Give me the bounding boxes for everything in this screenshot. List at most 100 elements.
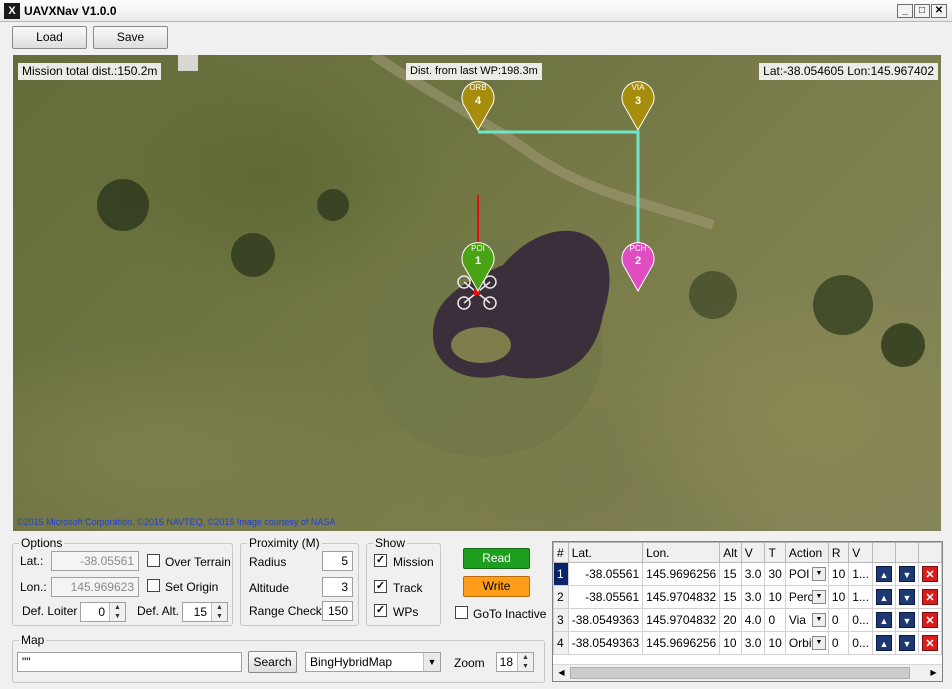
- delete-icon[interactable]: ✕: [921, 612, 938, 628]
- waypoint-grid[interactable]: # Lat. Lon. Alt V T Action R V 1 -38.0556…: [552, 541, 943, 682]
- map-type-select[interactable]: BingHybridMap ▼: [305, 652, 441, 672]
- delete-button[interactable]: ✕: [917, 562, 942, 586]
- alt-cell[interactable]: 10: [719, 631, 742, 655]
- lon-field[interactable]: 145.969623: [51, 577, 139, 597]
- show-mission-checkbox[interactable]: ✓: [374, 554, 387, 567]
- move-up-button[interactable]: ▲: [871, 608, 896, 632]
- radius-cell[interactable]: 10: [827, 562, 850, 586]
- v-cell[interactable]: 1...: [848, 585, 873, 609]
- lat-cell[interactable]: -38.05561: [567, 585, 644, 609]
- col-header-index[interactable]: #: [553, 542, 569, 563]
- action-cell[interactable]: POI ▼: [784, 562, 829, 586]
- time-cell[interactable]: 30: [764, 562, 786, 586]
- v-cell[interactable]: 0...: [848, 631, 873, 655]
- spin-arrows-icon[interactable]: ▲ ▼: [517, 653, 533, 671]
- search-button[interactable]: Search: [248, 651, 297, 673]
- def-loiter-stepper[interactable]: 0 ▲ ▼: [80, 602, 126, 622]
- col-header-lat[interactable]: Lat.: [567, 542, 644, 563]
- read-button[interactable]: Read: [463, 548, 530, 569]
- radius-cell[interactable]: 0: [827, 608, 850, 632]
- move-up-icon[interactable]: ▲: [875, 635, 892, 651]
- horizontal-scrollbar[interactable]: ◀ ▶: [553, 664, 942, 681]
- altitude-field[interactable]: 3: [322, 577, 353, 597]
- speed-cell[interactable]: 4.0: [740, 608, 766, 632]
- lat-field[interactable]: -38.05561: [51, 551, 139, 571]
- chevron-down-icon[interactable]: ▼: [811, 567, 826, 581]
- lon-cell[interactable]: 145.9696256: [642, 562, 721, 586]
- move-down-button[interactable]: ▼: [894, 562, 919, 586]
- row-index-cell[interactable]: 2: [553, 585, 569, 609]
- map-view[interactable]: POI 1 PCH 2 VIA 3 ORB 4 Mission total di…: [13, 55, 941, 531]
- lat-cell[interactable]: -38.05561: [567, 562, 644, 586]
- spin-arrows-icon[interactable]: ▲ ▼: [109, 603, 125, 621]
- move-down-icon[interactable]: ▼: [898, 612, 915, 628]
- move-down-button[interactable]: ▼: [894, 585, 919, 609]
- col-header-action[interactable]: Action: [784, 542, 829, 563]
- col-header-v[interactable]: V: [740, 542, 766, 563]
- scroll-thumb[interactable]: [570, 667, 910, 679]
- chevron-down-icon[interactable]: ▼: [811, 636, 826, 650]
- table-row[interactable]: 4 -38.0549363 145.9696256 10 3.0 10 Orbit ▼ 0 0..…: [553, 631, 942, 655]
- table-row[interactable]: 1 -38.05561 145.9696256 15 3.0 30 POI ▼ 10 1... ▲ ▼…: [553, 562, 942, 586]
- maximize-button[interactable]: □: [914, 4, 930, 18]
- move-up-button[interactable]: ▲: [871, 562, 896, 586]
- v-cell[interactable]: 1...: [848, 562, 873, 586]
- spin-arrows-icon[interactable]: ▲ ▼: [211, 603, 227, 621]
- move-up-icon[interactable]: ▲: [875, 589, 892, 605]
- row-index-cell[interactable]: 4: [553, 631, 569, 655]
- table-row[interactable]: 2 -38.05561 145.9704832 15 3.0 10 Perch ▼ 10 1...…: [553, 585, 942, 609]
- col-header-v2[interactable]: V: [848, 542, 873, 563]
- move-down-button[interactable]: ▼: [894, 631, 919, 655]
- scroll-left-icon[interactable]: ◀: [553, 665, 570, 681]
- delete-icon[interactable]: ✕: [921, 589, 938, 605]
- minimize-button[interactable]: _: [897, 4, 913, 18]
- move-down-button[interactable]: ▼: [894, 608, 919, 632]
- range-check-field[interactable]: 150: [322, 601, 353, 621]
- def-alt-stepper[interactable]: 15 ▲ ▼: [182, 602, 228, 622]
- load-button[interactable]: Load: [12, 26, 87, 49]
- col-header-t[interactable]: T: [764, 542, 786, 563]
- move-down-icon[interactable]: ▼: [898, 635, 915, 651]
- table-row[interactable]: 3 -38.0549363 145.9704832 20 4.0 0 Via ▼ 0 0... ▲ ▼…: [553, 608, 942, 632]
- col-header-alt[interactable]: Alt: [719, 542, 742, 563]
- chevron-down-icon[interactable]: ▼: [811, 613, 826, 627]
- action-cell[interactable]: Orbit ▼: [784, 631, 829, 655]
- radius-cell[interactable]: 0: [827, 631, 850, 655]
- close-button[interactable]: ✕: [931, 4, 947, 18]
- zoom-stepper[interactable]: 18 ▲ ▼: [496, 652, 534, 672]
- lon-cell[interactable]: 145.9696256: [642, 631, 721, 655]
- over-terrain-checkbox[interactable]: [147, 554, 160, 567]
- move-down-icon[interactable]: ▼: [898, 589, 915, 605]
- goto-inactive-checkbox[interactable]: [455, 606, 468, 619]
- search-input[interactable]: "": [17, 652, 242, 672]
- v-cell[interactable]: 0...: [848, 608, 873, 632]
- lat-cell[interactable]: -38.0549363: [567, 608, 644, 632]
- alt-cell[interactable]: 20: [719, 608, 742, 632]
- delete-button[interactable]: ✕: [917, 608, 942, 632]
- time-cell[interactable]: 10: [764, 631, 786, 655]
- radius-cell[interactable]: 10: [827, 585, 850, 609]
- delete-icon[interactable]: ✕: [921, 566, 938, 582]
- row-index-cell[interactable]: 1: [553, 562, 569, 586]
- save-button[interactable]: Save: [93, 26, 168, 49]
- lon-cell[interactable]: 145.9704832: [642, 585, 721, 609]
- write-button[interactable]: Write: [463, 576, 530, 597]
- scroll-right-icon[interactable]: ▶: [925, 665, 942, 681]
- delete-button[interactable]: ✕: [917, 585, 942, 609]
- alt-cell[interactable]: 15: [719, 585, 742, 609]
- col-header-r[interactable]: R: [827, 542, 850, 563]
- show-track-checkbox[interactable]: ✓: [374, 580, 387, 593]
- radius-field[interactable]: 5: [322, 551, 353, 571]
- time-cell[interactable]: 10: [764, 585, 786, 609]
- chevron-down-icon[interactable]: ▼: [423, 653, 440, 671]
- action-cell[interactable]: Via ▼: [784, 608, 829, 632]
- speed-cell[interactable]: 3.0: [740, 631, 766, 655]
- move-up-icon[interactable]: ▲: [875, 566, 892, 582]
- move-up-button[interactable]: ▲: [871, 631, 896, 655]
- show-wps-checkbox[interactable]: ✓: [374, 604, 387, 617]
- lat-cell[interactable]: -38.0549363: [567, 631, 644, 655]
- delete-icon[interactable]: ✕: [921, 635, 938, 651]
- set-origin-checkbox[interactable]: [147, 579, 160, 592]
- speed-cell[interactable]: 3.0: [740, 562, 766, 586]
- alt-cell[interactable]: 15: [719, 562, 742, 586]
